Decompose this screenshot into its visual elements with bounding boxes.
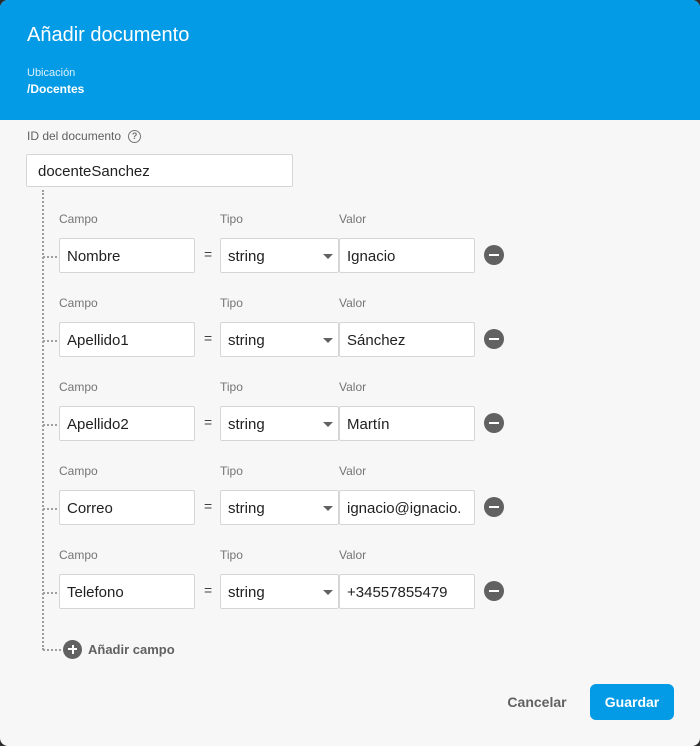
- remove-field-icon[interactable]: [484, 413, 504, 433]
- field-type-value: string: [228, 416, 265, 433]
- field-name-input[interactable]: Nombre: [59, 238, 195, 273]
- equals-sign: =: [204, 414, 213, 430]
- field-type-select[interactable]: string: [220, 322, 339, 357]
- dropdown-arrow-icon: [323, 254, 333, 259]
- help-icon[interactable]: ?: [128, 129, 142, 143]
- dialog-header: Añadir documento Ubicación /Docentes: [0, 0, 700, 120]
- field-value-input[interactable]: Ignacio: [339, 238, 475, 273]
- field-type-select[interactable]: string: [220, 238, 339, 273]
- dropdown-arrow-icon: [323, 338, 333, 343]
- remove-field-icon[interactable]: [484, 329, 504, 349]
- field-type-label: Tipo: [220, 548, 243, 562]
- field-row: Campo Tipo Valor Apellido2 = string Mart…: [0, 380, 700, 460]
- field-name-input[interactable]: Apellido1: [59, 322, 195, 357]
- add-field-label[interactable]: Añadir campo: [88, 642, 175, 657]
- field-value-label: Valor: [339, 548, 367, 562]
- field-type-value: string: [228, 248, 265, 265]
- add-document-dialog: Añadir documento Ubicación /Docentes ID …: [0, 0, 700, 746]
- field-name-label: Campo: [59, 548, 98, 562]
- field-name-label: Campo: [59, 296, 98, 310]
- field-value-label: Valor: [339, 212, 367, 226]
- dialog-title: Añadir documento: [27, 24, 190, 46]
- tree-branch: [43, 592, 57, 594]
- document-id-label: ID del documento ?: [27, 129, 142, 143]
- field-type-select[interactable]: string: [220, 574, 339, 609]
- cancel-button[interactable]: Cancelar: [498, 685, 576, 719]
- field-type-label: Tipo: [220, 380, 243, 394]
- field-row: Campo Tipo Valor Telefono = string +3455…: [0, 548, 700, 628]
- field-value-label: Valor: [339, 464, 367, 478]
- field-row: Campo Tipo Valor Correo = string ignacio…: [0, 464, 700, 544]
- dropdown-arrow-icon: [323, 506, 333, 511]
- save-button[interactable]: Guardar: [590, 684, 674, 720]
- field-value-input[interactable]: Sánchez: [339, 322, 475, 357]
- field-row: Campo Tipo Valor Apellido1 = string Sánc…: [0, 296, 700, 376]
- document-id-label-text: ID del documento: [27, 129, 122, 143]
- field-type-value: string: [228, 584, 265, 601]
- field-type-value: string: [228, 332, 265, 349]
- tree-branch: [43, 649, 61, 651]
- field-value-input[interactable]: ignacio@ignacio.: [339, 490, 475, 525]
- field-row: Campo Tipo Valor Nombre = string Ignacio: [0, 212, 700, 292]
- equals-sign: =: [204, 330, 213, 346]
- dropdown-arrow-icon: [323, 422, 333, 427]
- field-name-label: Campo: [59, 464, 98, 478]
- remove-field-icon[interactable]: [484, 245, 504, 265]
- equals-sign: =: [204, 582, 213, 598]
- field-name-input[interactable]: Correo: [59, 490, 195, 525]
- field-value-input[interactable]: Martín: [339, 406, 475, 441]
- equals-sign: =: [204, 246, 213, 262]
- tree-branch: [43, 256, 57, 258]
- field-type-label: Tipo: [220, 464, 243, 478]
- field-name-input[interactable]: Apellido2: [59, 406, 195, 441]
- add-circle-icon[interactable]: [63, 640, 82, 659]
- field-name-input[interactable]: Telefono: [59, 574, 195, 609]
- field-type-select[interactable]: string: [220, 406, 339, 441]
- field-value-input[interactable]: +34557855479: [339, 574, 475, 609]
- field-type-select[interactable]: string: [220, 490, 339, 525]
- tree-branch: [43, 340, 57, 342]
- remove-field-icon[interactable]: [484, 581, 504, 601]
- field-name-label: Campo: [59, 212, 98, 226]
- location-path: /Docentes: [27, 82, 85, 96]
- tree-branch: [43, 508, 57, 510]
- tree-branch: [43, 424, 57, 426]
- field-type-value: string: [228, 500, 265, 517]
- document-id-input[interactable]: docenteSanchez: [26, 154, 293, 187]
- dropdown-arrow-icon: [323, 590, 333, 595]
- field-value-label: Valor: [339, 380, 367, 394]
- field-type-label: Tipo: [220, 296, 243, 310]
- field-value-label: Valor: [339, 296, 367, 310]
- field-type-label: Tipo: [220, 212, 243, 226]
- location-label: Ubicación: [27, 67, 76, 79]
- equals-sign: =: [204, 498, 213, 514]
- field-name-label: Campo: [59, 380, 98, 394]
- remove-field-icon[interactable]: [484, 497, 504, 517]
